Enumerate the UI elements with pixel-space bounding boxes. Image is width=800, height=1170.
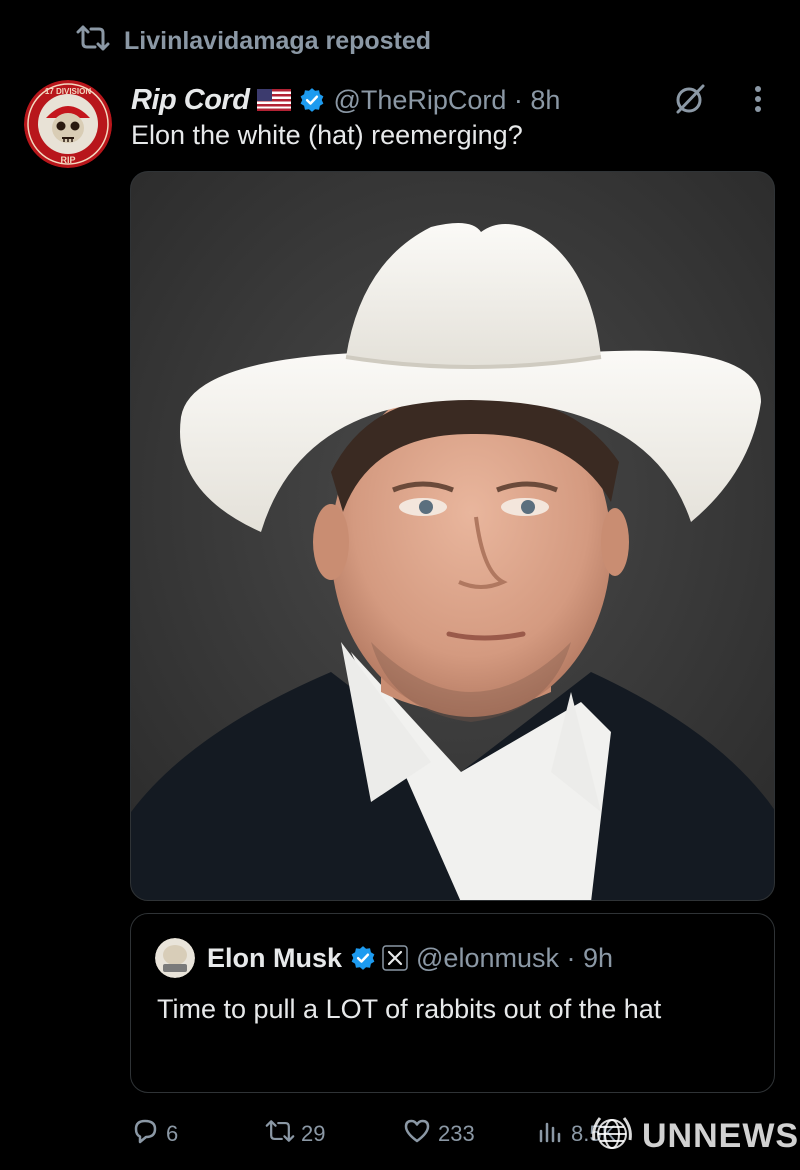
post-media-image[interactable]	[130, 171, 775, 901]
reply-icon	[130, 1116, 160, 1152]
quoted-display-name[interactable]: Elon Musk	[207, 943, 342, 974]
verified-badge-icon[interactable]	[350, 945, 376, 971]
handle-timestamp[interactable]: @TheRipCord · 8h	[333, 85, 560, 116]
avatar-ring-text: 17 DIVISION	[45, 87, 91, 96]
quoted-avatar[interactable]	[155, 938, 195, 978]
reply-button[interactable]: 6	[130, 1112, 178, 1156]
bar-chart-icon	[535, 1116, 565, 1152]
post-avatar[interactable]: 17 DIVISION RIP	[24, 80, 112, 168]
quoted-post-text: Time to pull a LOT of rabbits out of the…	[157, 994, 662, 1024]
heart-icon	[402, 1116, 432, 1152]
watermark: UNNEWS	[588, 1110, 799, 1162]
watermark-text: UNNEWS	[642, 1116, 800, 1155]
verified-badge-icon[interactable]	[299, 87, 325, 113]
reply-count: 6	[166, 1121, 179, 1146]
like-count: 233	[438, 1121, 475, 1146]
repost-icon	[76, 23, 110, 60]
post-text: Elon the white (hat) reemerging?	[131, 120, 523, 150]
post-header: Rip Cord @TheRipCord · 8h	[131, 80, 560, 120]
quoted-handle-timestamp[interactable]: @elonmusk · 9h	[416, 943, 613, 974]
repost-button[interactable]: 29	[265, 1112, 325, 1156]
repost-label[interactable]: Livinlavidamaga reposted	[124, 27, 431, 56]
quoted-post[interactable]: Elon Musk @elonmusk · 9h Time to pull a …	[130, 913, 775, 1093]
un-emblem-icon	[588, 1110, 636, 1163]
portrait-photo	[131, 172, 774, 900]
grok-icon[interactable]	[672, 82, 706, 116]
display-name[interactable]: Rip Cord	[131, 84, 250, 117]
repost-indicator[interactable]: Livinlavidamaga reposted	[76, 24, 431, 58]
repost-count: 29	[301, 1121, 326, 1146]
more-icon[interactable]	[744, 84, 772, 114]
x-logo-badge-icon[interactable]	[382, 945, 408, 971]
repost-icon	[265, 1116, 295, 1152]
quoted-post-header: Elon Musk @elonmusk · 9h	[155, 938, 613, 978]
avatar-bottom-text: RIP	[60, 155, 75, 165]
us-flag-icon	[257, 89, 292, 111]
like-button[interactable]: 233	[402, 1112, 475, 1156]
